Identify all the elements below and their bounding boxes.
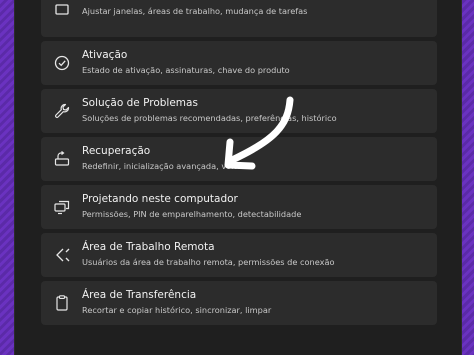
wrench-icon [55, 103, 70, 118]
recovery-icon [54, 151, 70, 166]
projecting-title: Projetando neste computador [82, 193, 238, 205]
clipboard-subtitle: Recortar e copiar histórico, sincronizar… [82, 305, 272, 315]
settings-window: Ajustar janelas, áreas de trabalho, muda… [14, 0, 462, 355]
remote-desktop-title: Área de Trabalho Remota [82, 241, 215, 253]
recovery-subtitle: Redefinir, inicialização avançada, volta… [82, 161, 246, 171]
troubleshoot-subtitle: Soluções de problemas recomendadas, pref… [82, 113, 337, 123]
troubleshoot-title: Solução de Problemas [82, 97, 198, 109]
projection-icon [54, 200, 70, 215]
remote-desktop-subtitle: Usuários da área de trabalho remota, per… [82, 257, 335, 267]
clipboard-icon [56, 295, 68, 311]
settings-item-remote-desktop[interactable]: Área de Trabalho Remota Usuários da área… [41, 233, 437, 277]
remote-desktop-icon [56, 248, 70, 262]
clipboard-title: Área de Transferência [82, 289, 197, 301]
settings-item-projecting[interactable]: Projetando neste computador Permissões, … [41, 185, 437, 229]
activation-subtitle: Estado de ativação, assinaturas, chave d… [82, 65, 290, 75]
activation-title: Ativação [82, 49, 128, 61]
projecting-subtitle: Permissões, PIN de emparelhamento, detec… [82, 209, 302, 219]
settings-item-recovery[interactable]: Recuperação Redefinir, inicialização ava… [41, 137, 437, 181]
recovery-title: Recuperação [82, 145, 151, 157]
settings-item-multitasking[interactable]: Ajustar janelas, áreas de trabalho, muda… [41, 0, 437, 37]
settings-item-clipboard[interactable]: Área de Transferência Recortar e copiar … [41, 281, 437, 325]
settings-item-troubleshoot[interactable]: Solução de Problemas Soluções de problem… [41, 89, 437, 133]
check-circle-icon [54, 55, 70, 71]
multitasking-icon [55, 4, 69, 15]
multitasking-subtitle: Ajustar janelas, áreas de trabalho, muda… [82, 6, 308, 16]
settings-item-activation[interactable]: Ativação Estado de ativação, assinaturas… [41, 41, 437, 85]
